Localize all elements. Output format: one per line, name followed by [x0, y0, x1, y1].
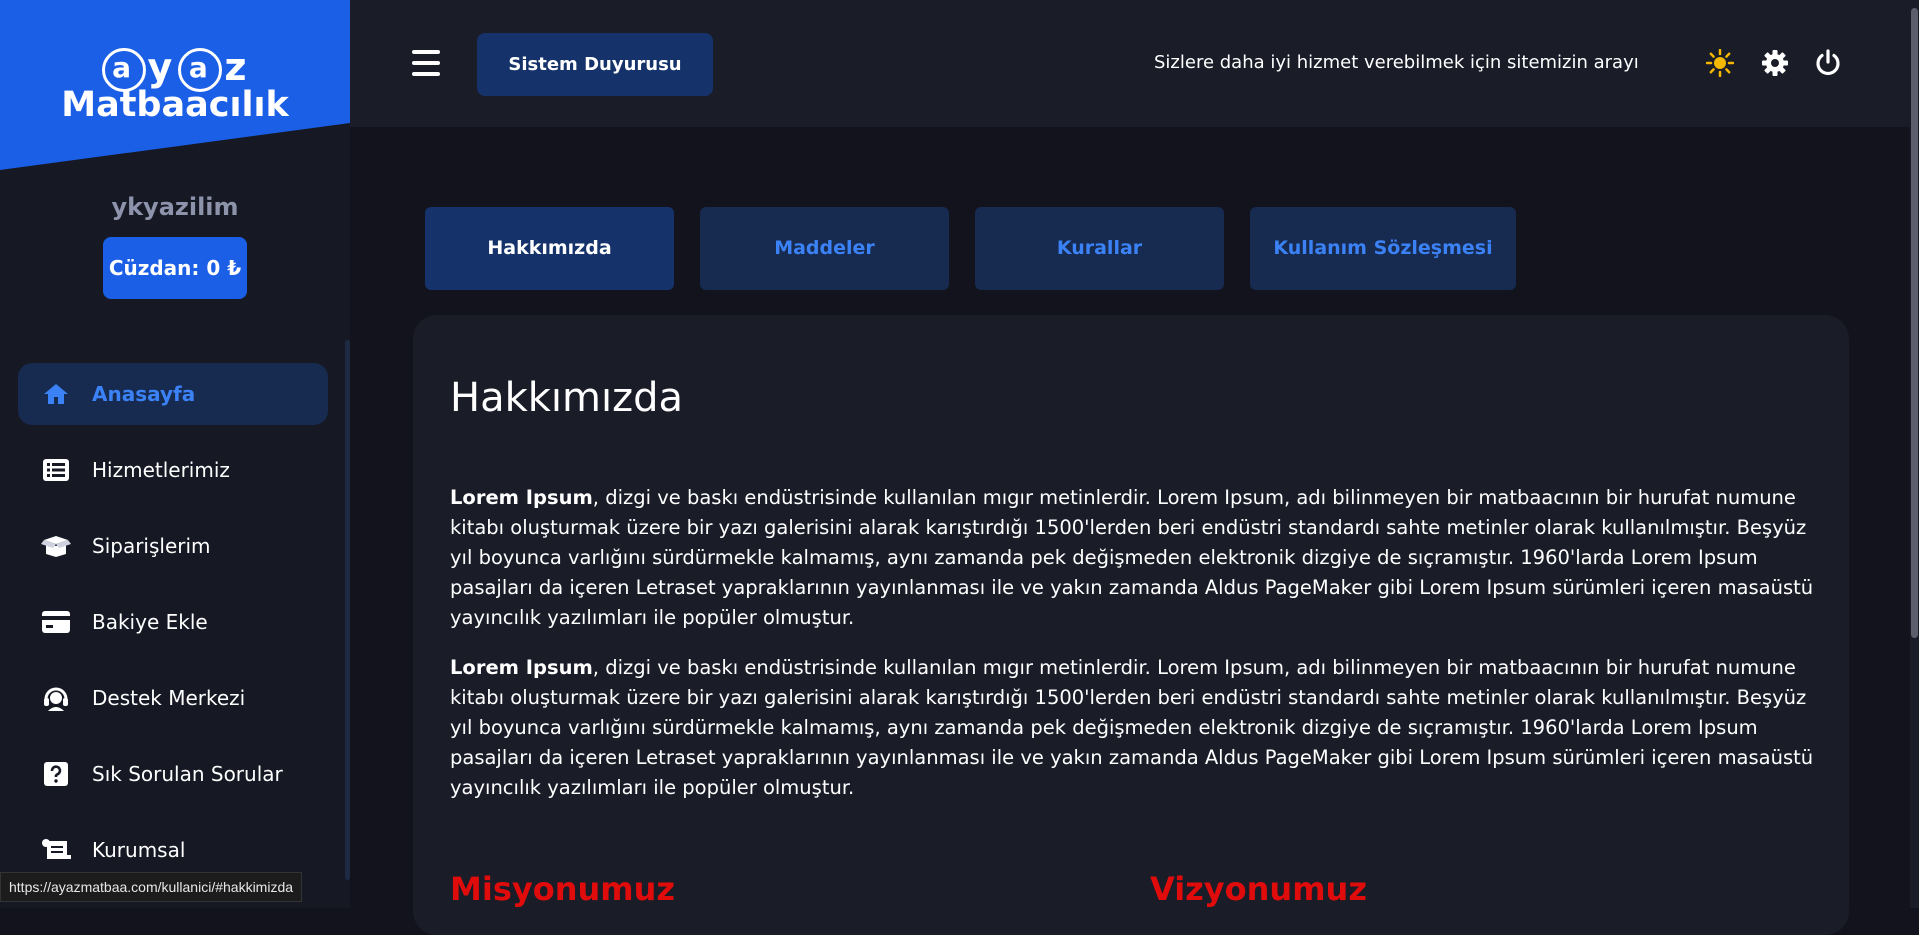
sidebar: ayaz Matbaacılık ykyazilim Cüzdan: 0 ₺ A… — [0, 0, 350, 908]
sidebar-item-label: Anasayfa — [92, 382, 196, 406]
sidebar-item-label: Bakiye Ekle — [92, 610, 208, 634]
sidebar-item-label: Destek Merkezi — [92, 686, 246, 710]
wallet-button[interactable]: Cüzdan: 0 ₺ — [103, 237, 247, 299]
announcement-button[interactable]: Sistem Duyurusu — [477, 33, 713, 96]
home-icon — [40, 381, 72, 407]
page-scrollbar[interactable] — [1910, 0, 1919, 908]
sidebar-item-label: Hizmetlerimiz — [92, 458, 230, 482]
mission-heading: Misyonumuz — [450, 870, 676, 908]
sidebar-nav: Anasayfa Hizmetlerimiz Siparişlerim Baki… — [18, 363, 328, 895]
logo-letter: z — [224, 45, 251, 89]
sidebar-item-label: Siparişlerim — [92, 534, 211, 558]
tab-maddeler[interactable]: Maddeler — [700, 207, 949, 290]
sidebar-item-label: Sık Sorulan Sorular — [92, 762, 283, 786]
sidebar-item-siparislerim[interactable]: Siparişlerim — [18, 515, 328, 577]
tab-kurallar[interactable]: Kurallar — [975, 207, 1224, 290]
paragraph-text: , dizgi ve baskı endüstrisinde kullanıla… — [450, 656, 1814, 799]
sidebar-item-label: Kurumsal — [92, 838, 186, 862]
power-icon[interactable] — [1813, 48, 1843, 78]
tab-kullanim-sozlesmesi[interactable]: Kullanım Sözleşmesi — [1250, 207, 1516, 290]
scroll-icon — [40, 837, 72, 863]
topbar: Sistem Duyurusu Sizlere daha iyi hizmet … — [350, 0, 1919, 127]
question-icon — [40, 761, 72, 787]
paragraph: Lorem Ipsum, dizgi ve baskı endüstrisind… — [450, 653, 1816, 803]
menu-toggle-icon[interactable] — [412, 50, 440, 76]
box-open-icon — [40, 533, 72, 559]
paragraph-text: , dizgi ve baskı endüstrisinde kullanıla… — [450, 486, 1814, 629]
logo-subtitle: Matbaacılık — [61, 85, 289, 125]
scrollbar-thumb[interactable] — [1911, 8, 1918, 638]
paragraph-bold: Lorem Ipsum — [450, 486, 593, 509]
sidebar-item-bakiye-ekle[interactable]: Bakiye Ekle — [18, 591, 328, 653]
status-url: https://ayazmatbaa.com/kullanici/#hakkim… — [0, 872, 303, 902]
sidebar-item-sss[interactable]: Sık Sorulan Sorular — [18, 743, 328, 805]
gear-icon[interactable] — [1760, 48, 1790, 78]
sidebar-item-destek-merkezi[interactable]: Destek Merkezi — [18, 667, 328, 729]
paragraph: Lorem Ipsum, dizgi ve baskı endüstrisind… — [450, 483, 1816, 633]
tab-hakkimizda[interactable]: Hakkımızda — [425, 207, 674, 290]
announcement-marquee: Sizlere daha iyi hizmet verebilmek için … — [1154, 52, 1639, 73]
credit-card-icon — [40, 609, 72, 635]
logo-letter: y — [147, 45, 177, 89]
list-icon — [40, 457, 72, 483]
paragraph-bold: Lorem Ipsum — [450, 656, 593, 679]
username: ykyazilim — [111, 193, 239, 221]
headset-icon — [40, 685, 72, 711]
content-card: Hakkımızda Lorem Ipsum, dizgi ve baskı e… — [413, 315, 1849, 935]
sidebar-item-hizmetlerimiz[interactable]: Hizmetlerimiz — [18, 439, 328, 501]
vision-heading: Vizyonumuz — [1150, 870, 1367, 908]
sidebar-item-anasayfa[interactable]: Anasayfa — [18, 363, 328, 425]
sidebar-scrollbar[interactable] — [345, 340, 350, 880]
sun-icon[interactable] — [1705, 48, 1735, 78]
page-title: Hakkımızda — [450, 375, 684, 421]
